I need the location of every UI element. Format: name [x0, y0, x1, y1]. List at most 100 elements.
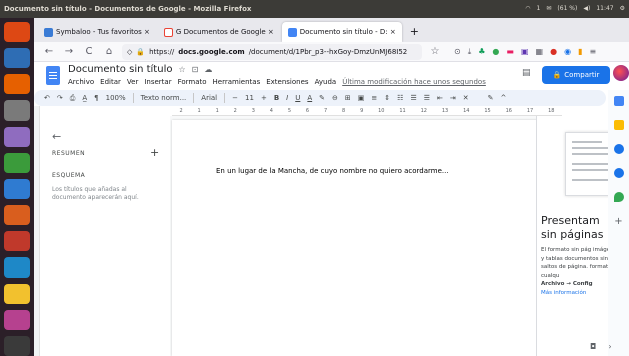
menu-editar[interactable]: Editar: [100, 78, 121, 86]
tab-google-docs[interactable]: G Documentos de Google ×: [158, 22, 280, 42]
text-color-button[interactable]: A: [307, 94, 312, 102]
checklist-icon[interactable]: ☷: [397, 94, 403, 102]
mail-icon[interactable]: ✉: [546, 0, 551, 18]
tab-documento[interactable]: Documento sin título - D: ×: [281, 22, 402, 42]
reload-button[interactable]: C: [82, 46, 96, 57]
cloud-status-icon[interactable]: ☁: [204, 65, 212, 74]
underline-button[interactable]: U: [295, 94, 300, 102]
presentation-icon[interactable]: [4, 205, 30, 226]
add-summary-button[interactable]: +: [150, 146, 159, 159]
pocket-icon[interactable]: ⊙: [454, 47, 461, 57]
new-tab-button[interactable]: +: [404, 22, 425, 42]
expand-panel-icon[interactable]: ›: [608, 342, 611, 351]
help-icon[interactable]: [4, 257, 30, 278]
gear-icon[interactable]: ⚙: [620, 0, 625, 18]
ubuntu-menu-icon[interactable]: [4, 22, 30, 43]
bold-button[interactable]: B: [274, 94, 279, 102]
disks-icon[interactable]: [4, 126, 30, 147]
calendar-icon[interactable]: [613, 96, 624, 106]
menu-archivo[interactable]: Archivo: [68, 78, 94, 86]
download-icon[interactable]: ⤓: [468, 47, 472, 57]
tasks-icon[interactable]: [613, 144, 624, 154]
extension4-icon[interactable]: ▣: [521, 47, 529, 57]
comment-history-icon[interactable]: ▤: [522, 68, 531, 78]
star-icon[interactable]: ☆: [178, 65, 185, 74]
font-size-input[interactable]: 11: [245, 94, 254, 102]
avatar[interactable]: [613, 65, 629, 81]
collapse-icon[interactable]: ^: [501, 94, 507, 102]
editing-mode-icon[interactable]: ✎: [488, 94, 494, 102]
forward-button[interactable]: →: [62, 46, 76, 57]
keep-icon[interactable]: [613, 120, 624, 130]
font-size-decrease-button[interactable]: −: [232, 94, 238, 102]
url-bar[interactable]: ◇ 🔒 https://docs.google.com/document/d/1…: [122, 43, 422, 60]
indent-increase-icon[interactable]: ⇥: [450, 94, 456, 102]
zoom-select[interactable]: 100%: [106, 94, 126, 102]
maps-icon[interactable]: [613, 192, 624, 202]
apps-icon[interactable]: ▦: [536, 47, 544, 57]
numbered-list-icon[interactable]: ☰: [424, 94, 430, 102]
extension3-icon[interactable]: ▬: [506, 47, 514, 57]
menu-insertar[interactable]: Insertar: [144, 78, 171, 86]
font-size-increase-button[interactable]: +: [261, 94, 267, 102]
clear-format-icon[interactable]: ✕: [463, 94, 469, 102]
extension2-icon[interactable]: ●: [492, 47, 499, 57]
extension-icon[interactable]: ♣: [478, 47, 485, 57]
menu-formato[interactable]: Formato: [178, 78, 207, 86]
move-folder-icon[interactable]: ⊡: [192, 65, 199, 74]
wifi-icon[interactable]: ◠: [525, 0, 530, 18]
docs-logo-icon[interactable]: [46, 66, 60, 85]
align-icon[interactable]: ≡: [371, 94, 377, 102]
doc-title[interactable]: Documento sin título: [68, 64, 172, 75]
highlight-icon[interactable]: ✎: [319, 94, 325, 102]
home-button[interactable]: ⌂: [102, 46, 116, 57]
undo-icon[interactable]: ↶: [44, 94, 50, 102]
terminal-icon[interactable]: [4, 335, 30, 356]
comment-icon[interactable]: ⊞: [345, 94, 351, 102]
image-icon[interactable]: ▣: [358, 94, 365, 102]
notes-icon[interactable]: [4, 283, 30, 304]
more-info-link[interactable]: Más información: [541, 290, 586, 296]
document-icon[interactable]: [4, 178, 30, 200]
spellcheck-icon[interactable]: A̲: [82, 94, 87, 102]
paint-format-icon[interactable]: ¶: [94, 94, 98, 102]
share-button[interactable]: 🔒 Compartir: [542, 66, 610, 84]
bullet-list-icon[interactable]: ☰: [410, 94, 416, 102]
volume-icon[interactable]: ◀): [583, 0, 590, 18]
redo-icon[interactable]: ↷: [57, 94, 63, 102]
close-outline-button[interactable]: ←: [52, 130, 61, 143]
indicator-badge[interactable]: 1: [537, 0, 541, 18]
archive-icon[interactable]: [4, 100, 30, 121]
add-addon-icon[interactable]: +: [614, 216, 622, 227]
style-select[interactable]: Texto norm...: [141, 94, 187, 102]
link-icon[interactable]: ⊖: [332, 94, 338, 102]
software-center-icon[interactable]: [4, 231, 30, 252]
extension7-icon[interactable]: ▮: [578, 47, 582, 57]
extension5-icon[interactable]: ●: [550, 47, 557, 57]
menu-extensiones[interactable]: Extensiones: [266, 78, 308, 86]
files-icon[interactable]: [4, 48, 30, 69]
menu-herramientas[interactable]: Herramientas: [213, 78, 261, 86]
menu-icon[interactable]: ≡: [589, 47, 596, 57]
font-select[interactable]: Arial: [201, 94, 217, 102]
line-spacing-icon[interactable]: ⇕: [384, 94, 390, 102]
spreadsheet-icon[interactable]: [4, 152, 30, 173]
firefox-icon[interactable]: [4, 74, 30, 95]
back-button[interactable]: ←: [42, 46, 56, 57]
last-edit-link[interactable]: Última modificación hace unos segundos: [342, 78, 486, 86]
tab-symbaloo[interactable]: Symbaloo - Tus favoritos ×: [38, 22, 156, 42]
explore-icon[interactable]: ◘: [590, 342, 596, 351]
menu-ver[interactable]: Ver: [127, 78, 138, 86]
contacts-icon[interactable]: [613, 168, 624, 178]
document-page[interactable]: En un lugar de la Mancha, de cuyo nombre…: [172, 120, 562, 356]
battery-status[interactable]: (61 %): [557, 0, 577, 18]
menu-ayuda[interactable]: Ayuda: [315, 78, 337, 86]
extension6-icon[interactable]: ◉: [564, 47, 571, 57]
indent-decrease-icon[interactable]: ⇤: [437, 94, 443, 102]
bookmark-star-icon[interactable]: ☆: [428, 46, 442, 57]
document-text[interactable]: En un lugar de la Mancha, de cuyo nombre…: [216, 167, 449, 175]
italic-button[interactable]: I: [286, 94, 288, 102]
print-icon[interactable]: ⎙: [70, 94, 76, 103]
amazon-icon[interactable]: [4, 309, 30, 330]
clock[interactable]: 11:47: [596, 0, 613, 18]
